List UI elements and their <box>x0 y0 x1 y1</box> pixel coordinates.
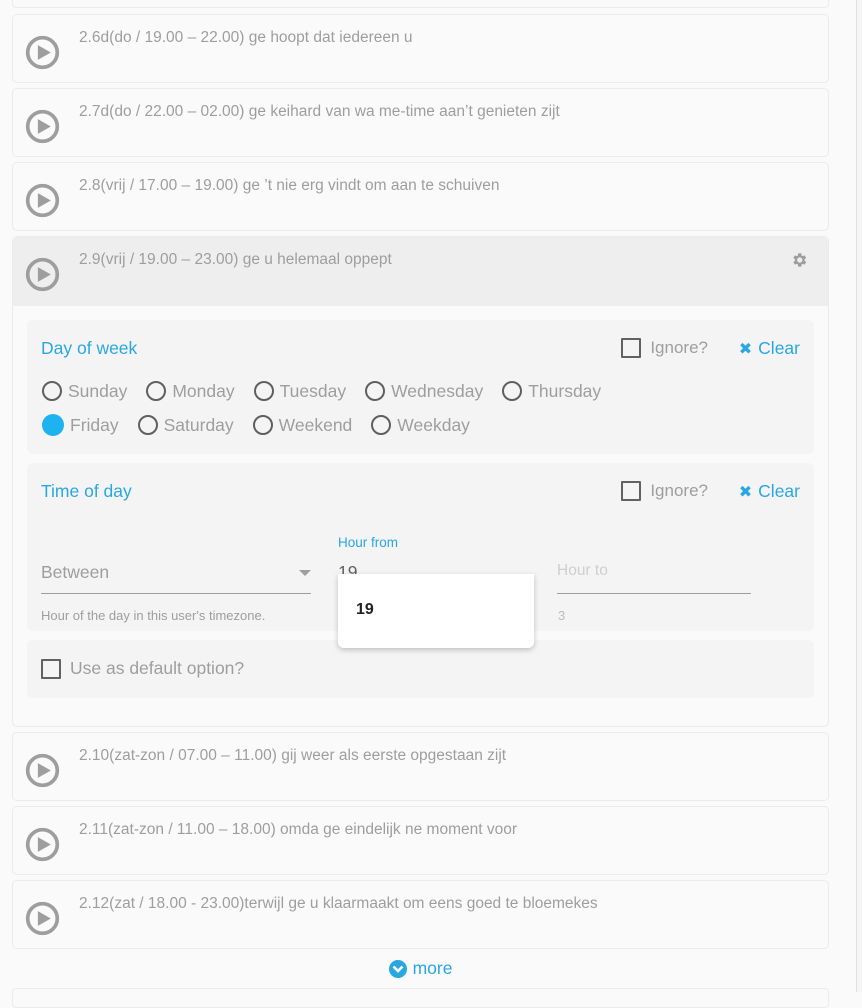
clear-label: Clear <box>758 481 800 501</box>
ignore-checkbox[interactable]: Ignore? <box>621 338 708 358</box>
play-circle-icon[interactable] <box>24 752 61 789</box>
play-circle-icon[interactable] <box>24 182 61 219</box>
ignore-label: Ignore? <box>650 338 708 357</box>
more-label: more <box>412 958 453 978</box>
radio-tuesday[interactable]: Tuesday <box>253 381 346 402</box>
list-item-expanded: 2.9(vrij / 19.00 – 23.00) ge u helemaal … <box>12 236 829 727</box>
checkbox-box[interactable] <box>621 481 642 501</box>
radio-thursday[interactable]: Thursday <box>502 381 601 402</box>
radio-saturday[interactable]: Saturday <box>137 415 234 436</box>
section-title: Time of day <box>41 481 132 501</box>
play-circle-icon[interactable] <box>24 256 61 293</box>
autocomplete-option[interactable]: 19 <box>356 601 374 619</box>
hour-to-placeholder: Hour to <box>557 562 608 579</box>
item-title: 2.9(vrij / 19.00 – 23.00) ge u helemaal … <box>79 251 392 268</box>
checkbox-box[interactable] <box>621 338 642 358</box>
caret-down-icon <box>299 570 311 576</box>
list-item[interactable]: 2.6d(do / 19.00 – 22.00) ge hoopt dat ie… <box>12 14 829 83</box>
default-option-label: Use as default option? <box>70 658 245 678</box>
hour-from-label: Hour from <box>338 535 399 550</box>
chevron-down-circle-icon <box>388 959 407 978</box>
play-circle-icon[interactable] <box>24 34 61 71</box>
scrollbar-track[interactable] <box>856 0 862 992</box>
list-item[interactable]: 2.12(zat / 18.00 - 23.00)terwijl ge u kl… <box>12 880 829 949</box>
radio-sunday[interactable]: Sunday <box>42 381 127 402</box>
item-header[interactable]: 2.9(vrij / 19.00 – 23.00) ge u helemaal … <box>13 237 828 306</box>
item-title: 2.6d(do / 19.00 – 22.00) ge hoopt dat ie… <box>79 29 413 46</box>
hint-text-partial: 3 <box>558 608 566 623</box>
clear-button[interactable]: ✖ Clear <box>739 481 800 502</box>
radio-friday[interactable]: Friday <box>42 414 119 436</box>
default-option-panel: Use as default option? <box>27 640 814 698</box>
gear-icon[interactable] <box>790 251 808 269</box>
item-title: 2.12(zat / 18.00 - 23.00)terwijl ge u kl… <box>79 895 598 912</box>
radio-weekend[interactable]: Weekend <box>252 415 352 436</box>
checkbox-box[interactable] <box>41 658 61 679</box>
message-list: 2.6d(do / 19.00 – 22.00) ge hoopt dat ie… <box>12 14 829 954</box>
list-item-partial <box>12 988 829 1008</box>
hint-text: Hour of the day in this user's timezone. <box>41 608 266 623</box>
list-item-partial <box>12 0 829 8</box>
more-button[interactable]: more <box>0 958 841 979</box>
ignore-label: Ignore? <box>650 481 708 500</box>
ignore-checkbox[interactable]: Ignore? <box>621 481 708 501</box>
day-of-week-panel: Day of week Ignore? ✖ Clear Sunday Monda… <box>27 320 814 454</box>
radio-monday[interactable]: Monday <box>146 381 235 402</box>
play-circle-icon[interactable] <box>24 108 61 145</box>
list-item[interactable]: 2.10(zat-zon / 07.00 – 11.00) gij weer a… <box>12 732 829 801</box>
list-item[interactable]: 2.7d(do / 22.00 – 02.00) ge keihard van … <box>12 88 829 157</box>
item-title: 2.10(zat-zon / 07.00 – 11.00) gij weer a… <box>79 747 507 764</box>
hour-to-input[interactable]: Hour to <box>557 556 751 594</box>
close-icon: ✖ <box>738 340 753 358</box>
close-icon: ✖ <box>738 483 753 501</box>
item-title: 2.11(zat-zon / 11.00 – 18.00) omda ge ei… <box>79 821 517 838</box>
autocomplete-menu: 19 <box>338 574 534 648</box>
radio-wednesday[interactable]: Wednesday <box>365 381 483 402</box>
radio-weekday[interactable]: Weekday <box>371 415 470 436</box>
list-item[interactable]: 2.11(zat-zon / 11.00 – 18.00) omda ge ei… <box>12 806 829 875</box>
list-item[interactable]: 2.8(vrij / 17.00 – 19.00) ge ’t nie erg … <box>12 162 829 231</box>
time-mode-select[interactable]: Between <box>41 556 311 594</box>
clear-label: Clear <box>758 338 800 358</box>
play-circle-icon[interactable] <box>24 826 61 863</box>
default-option-checkbox[interactable]: Use as default option? <box>41 658 244 679</box>
section-title: Day of week <box>41 338 138 358</box>
clear-button[interactable]: ✖ Clear <box>739 338 800 359</box>
item-title: 2.8(vrij / 17.00 – 19.00) ge ’t nie erg … <box>79 177 500 194</box>
day-radio-group: Sunday Monday Tuesday Wednesday Thursday… <box>42 374 762 442</box>
play-circle-icon[interactable] <box>24 900 61 937</box>
select-value: Between <box>41 562 110 582</box>
item-title: 2.7d(do / 22.00 – 02.00) ge keihard van … <box>79 103 560 120</box>
